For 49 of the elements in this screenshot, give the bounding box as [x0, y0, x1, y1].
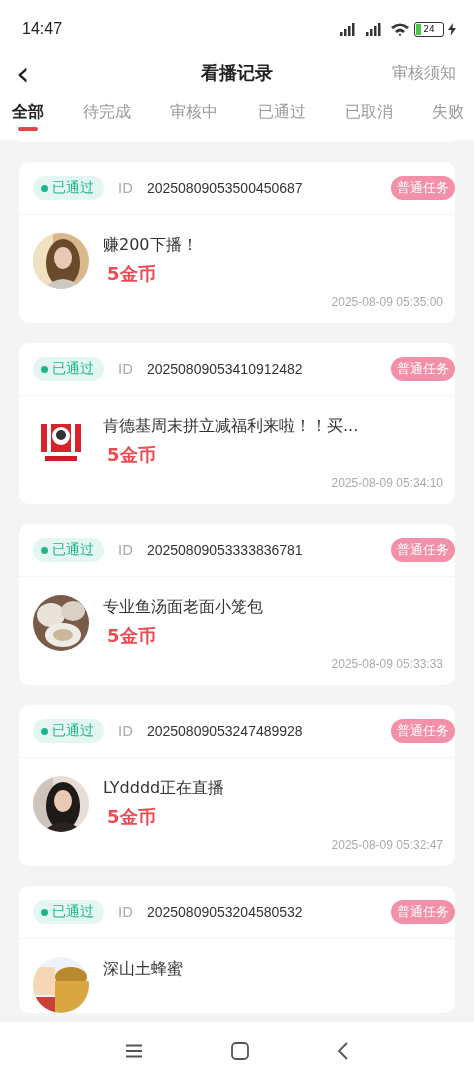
record-title: 专业鱼汤面老面小笼包 — [103, 597, 263, 618]
status-time: 14:47 — [22, 20, 63, 38]
record-id: 20250809053410912482 — [146, 361, 303, 377]
status-badge: 已通过 — [33, 538, 104, 562]
record-title: 赚200下播！ — [103, 235, 198, 256]
record-id: 20250809053333836781 — [146, 542, 303, 558]
reward-amount: 5金币 — [106, 805, 157, 829]
reward-amount: 5金币 — [106, 443, 157, 467]
record-time: 2025-08-09 05:35:00 — [331, 295, 443, 309]
status-badge: 已通过 — [33, 900, 104, 924]
status-badge: 已通过 — [33, 357, 104, 381]
status-badge: 已通过 — [33, 719, 104, 743]
record-time: 2025-08-09 05:33:33 — [331, 657, 443, 671]
charging-icon — [448, 22, 456, 36]
record-title: LYdddd正在直播 — [103, 778, 225, 799]
page-title: 看播记录 — [201, 61, 273, 85]
record-title: 肯德基周末拼立减福利来啦！！买... — [103, 416, 359, 437]
wifi-icon — [390, 21, 410, 37]
filter-tab[interactable]: 待完成 — [83, 97, 132, 131]
record-id: 20250809053247489928 — [146, 723, 303, 739]
status-badge: 已通过 — [33, 176, 104, 200]
record-time: 2025-08-09 05:34:10 — [331, 476, 443, 490]
task-tag: 普通任务 — [391, 357, 455, 381]
task-tag: 普通任务 — [391, 719, 455, 743]
filter-tab[interactable]: 已通过 — [257, 97, 306, 131]
back-icon[interactable] — [337, 1042, 349, 1060]
record-title: 深山土蜂蜜 — [103, 959, 183, 980]
menu-icon[interactable] — [125, 1044, 143, 1058]
filter-tab[interactable]: 全部 — [12, 97, 44, 131]
battery-icon: 24 — [414, 21, 444, 37]
review-notice-link[interactable]: 审核须知 — [392, 62, 456, 84]
record-time: 2025-08-09 05:32:47 — [331, 838, 443, 852]
back-button[interactable]: ‹ — [12, 59, 34, 87]
id-label: ID — [118, 542, 133, 558]
id-label: ID — [118, 180, 133, 196]
filter-tab[interactable]: 已取消 — [344, 97, 393, 131]
task-tag: 普通任务 — [391, 176, 455, 200]
id-label: ID — [118, 361, 133, 377]
task-tag: 普通任务 — [391, 538, 455, 562]
home-icon[interactable] — [231, 1042, 249, 1060]
task-tag: 普通任务 — [391, 900, 455, 924]
record-id: 20250809053204580532 — [146, 904, 303, 920]
filter-tab[interactable]: 失败 — [431, 97, 464, 131]
reward-amount: 5金币 — [106, 624, 157, 648]
id-label: ID — [118, 904, 133, 920]
id-label: ID — [118, 723, 133, 739]
reward-amount: 5金币 — [106, 262, 157, 286]
record-id: 20250809053500450687 — [146, 180, 303, 196]
filter-tab[interactable]: 审核中 — [170, 97, 219, 131]
